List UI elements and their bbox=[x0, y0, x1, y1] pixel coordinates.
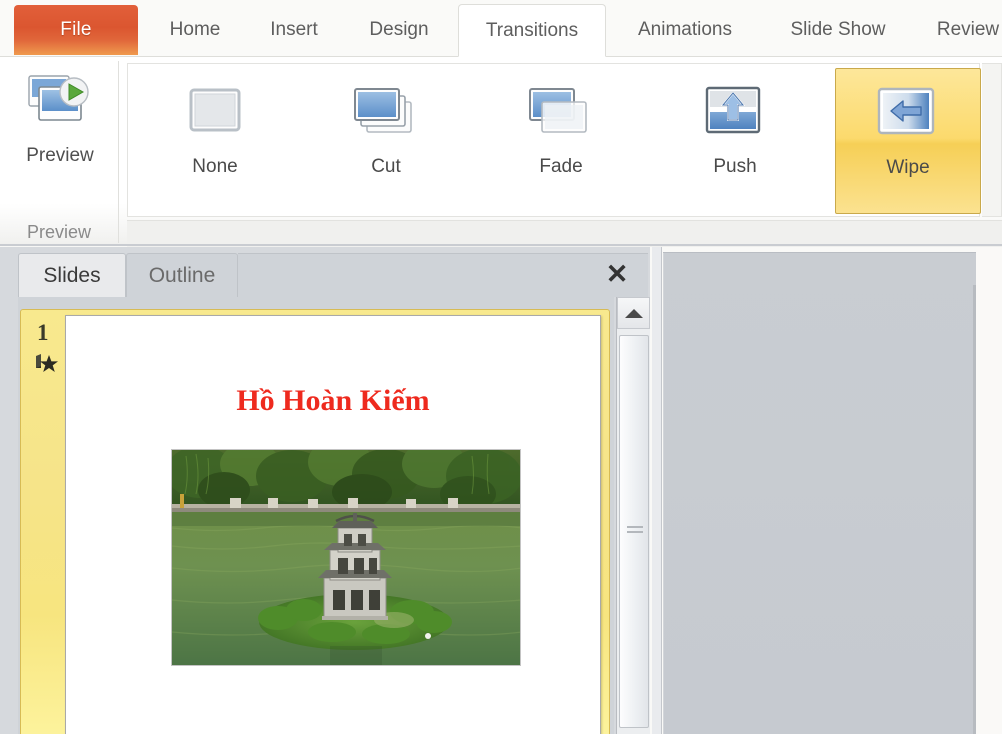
ribbon-group-preview: Preview Preview bbox=[0, 57, 118, 245]
panel-tab-outline-label: Outline bbox=[148, 263, 216, 287]
panel-tab-slides[interactable]: Slides bbox=[18, 253, 126, 297]
tab-review[interactable]: Review bbox=[928, 5, 1002, 55]
transition-star-icon[interactable] bbox=[33, 352, 61, 376]
tab-slide-show-label: Slide Show bbox=[790, 19, 886, 40]
workspace-gutter bbox=[652, 247, 662, 734]
tab-transitions-label: Transitions bbox=[485, 19, 579, 41]
slide-thumbnail-list: 1 Hồ Hoàn Kiếm bbox=[18, 297, 614, 734]
slide-image-hoan-kiem-lake bbox=[171, 449, 521, 666]
ribbon-tab-bar: File Home Insert Design Transitions Anim… bbox=[0, 0, 1002, 57]
tab-home-label: Home bbox=[169, 19, 221, 40]
slides-panel: Slides Outline ✕ 1 Hồ Hoàn Kiếm bbox=[0, 247, 650, 734]
panel-tab-outline[interactable]: Outline bbox=[126, 253, 238, 297]
transition-fade-icon bbox=[524, 86, 598, 144]
tab-home[interactable]: Home bbox=[152, 5, 238, 55]
panel-tab-slides-label: Slides bbox=[43, 263, 101, 287]
transition-wipe-icon bbox=[871, 87, 945, 145]
transition-push-button[interactable]: Push bbox=[662, 68, 808, 214]
scrollbar-grip-icon bbox=[627, 525, 643, 538]
tab-file-label: File bbox=[60, 19, 92, 40]
transition-push-icon bbox=[698, 86, 772, 144]
tab-design[interactable]: Design bbox=[352, 5, 446, 55]
transition-cut-icon bbox=[349, 86, 423, 144]
scroll-up-arrow-icon[interactable] bbox=[617, 297, 650, 329]
transition-cut-label: Cut bbox=[371, 156, 401, 177]
ribbon-bottom-border bbox=[0, 244, 1002, 246]
tab-insert-label: Insert bbox=[270, 19, 318, 40]
transition-gallery-scroll[interactable] bbox=[982, 63, 1002, 217]
slides-panel-scrollbar[interactable] bbox=[616, 297, 650, 734]
transition-push-label: Push bbox=[713, 156, 757, 177]
tab-slide-show[interactable]: Slide Show bbox=[766, 5, 910, 55]
slides-panel-tabs: Slides Outline bbox=[18, 253, 650, 297]
transition-fade-label: Fade bbox=[539, 156, 583, 177]
slide-editing-workspace[interactable] bbox=[650, 247, 1002, 734]
preview-button[interactable]: Preview bbox=[8, 63, 112, 215]
preview-slides-play-icon bbox=[25, 71, 95, 137]
list-item[interactable]: 1 Hồ Hoàn Kiếm bbox=[20, 309, 610, 734]
tab-file[interactable]: File bbox=[14, 5, 138, 55]
workspace-right-margin bbox=[976, 247, 1002, 734]
transition-fade-button[interactable]: Fade bbox=[488, 68, 634, 214]
transition-gallery: None Cut Fade Push Wipe bbox=[127, 63, 981, 217]
transition-none-label: None bbox=[192, 156, 238, 177]
workspace-canvas[interactable] bbox=[663, 252, 988, 734]
ribbon: Preview Preview None Cut Fade Push Wipe bbox=[0, 56, 1002, 264]
slide-number: 1 bbox=[37, 320, 49, 345]
tab-transitions[interactable]: Transitions bbox=[458, 4, 606, 57]
transition-none-button[interactable]: None bbox=[142, 68, 288, 214]
transition-cut-button[interactable]: Cut bbox=[313, 68, 459, 214]
ribbon-group-title-preview: Preview bbox=[26, 222, 92, 242]
slide-title: Hồ Hoàn Kiếm bbox=[236, 384, 430, 417]
tab-animations[interactable]: Animations bbox=[618, 5, 752, 55]
transition-wipe-button[interactable]: Wipe bbox=[835, 68, 981, 214]
preview-button-label: Preview bbox=[26, 145, 94, 166]
group-divider bbox=[118, 61, 119, 243]
scrollbar-thumb[interactable] bbox=[619, 335, 649, 728]
transition-none-icon bbox=[178, 86, 252, 144]
ribbon-surface: Preview Preview None Cut Fade Push Wipe bbox=[0, 57, 1002, 264]
close-icon[interactable]: ✕ bbox=[602, 259, 632, 289]
tab-design-label: Design bbox=[369, 19, 429, 40]
transition-wipe-label: Wipe bbox=[886, 157, 930, 178]
tab-animations-label: Animations bbox=[638, 19, 732, 40]
tab-insert[interactable]: Insert bbox=[250, 5, 338, 55]
slide-thumbnail[interactable]: Hồ Hoàn Kiếm bbox=[65, 315, 601, 734]
powerpoint-window: File Home Insert Design Transitions Anim… bbox=[0, 0, 1002, 734]
tab-review-label: Review bbox=[936, 19, 1000, 40]
transition-gallery-strip: None Cut Fade Push Wipe bbox=[128, 64, 981, 216]
